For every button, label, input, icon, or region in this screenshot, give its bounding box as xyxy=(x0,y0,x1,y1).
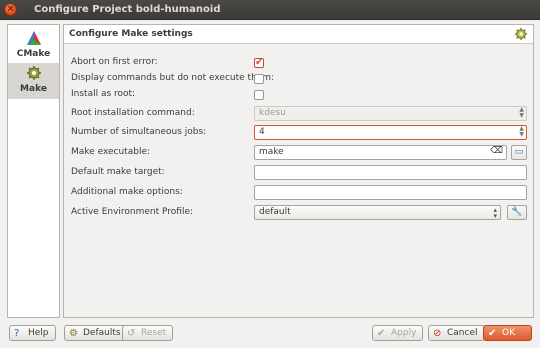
env-profile-value: default xyxy=(259,207,291,217)
defaults-button[interactable]: ⚙ Defaults xyxy=(64,325,128,341)
jobs-spinbox[interactable]: 4 ▲ ▼ xyxy=(254,125,527,140)
additional-options-input[interactable] xyxy=(254,185,527,200)
root-command-label: Root installation command: xyxy=(71,108,195,118)
help-button[interactable]: ? Help xyxy=(9,325,56,341)
sidebar-item-cmake[interactable]: CMake xyxy=(8,27,59,63)
apply-label: Apply xyxy=(391,328,417,338)
install-as-root-checkbox[interactable] xyxy=(254,90,264,100)
ok-label: OK xyxy=(502,328,515,338)
jobs-value: 4 xyxy=(259,127,265,137)
spin-arrows-icon: ▲ ▼ xyxy=(519,106,524,119)
make-gear-icon xyxy=(27,66,41,80)
page-title: Configure Make settings xyxy=(69,29,193,39)
configure-environment-button[interactable]: 🔧 xyxy=(507,205,527,220)
close-window-button[interactable]: × xyxy=(4,3,17,16)
abort-on-error-checkbox[interactable] xyxy=(254,57,264,68)
cancel-button[interactable]: ⊘ Cancel xyxy=(428,325,485,341)
gear-icon xyxy=(514,27,528,41)
make-executable-label: Make executable: xyxy=(71,147,151,157)
window-title: Configure Project bold-humanoid xyxy=(34,4,221,15)
sidebar: CMake Make xyxy=(7,24,60,318)
sidebar-item-label: Make xyxy=(20,84,47,94)
settings-panel: Configure Make settings Abort on first e… xyxy=(63,24,534,318)
reset-label: Reset xyxy=(141,328,167,338)
cancel-icon: ⊘ xyxy=(433,328,442,339)
root-command-value: kdesu xyxy=(259,108,286,118)
root-command-input[interactable]: kdesu ▲ ▼ xyxy=(254,106,527,121)
page-header: Configure Make settings xyxy=(64,25,533,44)
chevron-updown-icon: ▴ ▾ xyxy=(493,206,497,220)
apply-button[interactable]: ✔ Apply xyxy=(372,325,424,341)
help-label: Help xyxy=(28,328,49,338)
sidebar-item-make[interactable]: Make xyxy=(8,63,59,99)
file-open-icon: ▭ xyxy=(514,147,524,157)
additional-options-label: Additional make options: xyxy=(71,187,183,197)
default-target-label: Default make target: xyxy=(71,167,165,177)
checkmark-icon: ✔ xyxy=(377,328,386,339)
defaults-icon: ⚙ xyxy=(69,328,78,339)
clear-text-icon[interactable]: ⌫ xyxy=(490,146,503,157)
spin-arrows-icon[interactable]: ▲ ▼ xyxy=(519,126,524,138)
reset-button[interactable]: ↺ Reset xyxy=(122,325,174,341)
title-bar: × Configure Project bold-humanoid xyxy=(0,0,540,20)
make-executable-value: make xyxy=(259,147,284,157)
wrench-icon: 🔧 xyxy=(511,207,523,217)
ok-checkmark-icon: ✔ xyxy=(488,328,497,339)
default-target-input[interactable] xyxy=(254,165,527,180)
display-commands-checkbox[interactable] xyxy=(254,74,264,84)
browse-file-button[interactable]: ▭ xyxy=(511,145,527,160)
cancel-label: Cancel xyxy=(447,328,478,338)
reset-icon: ↺ xyxy=(127,328,136,339)
make-executable-input[interactable]: make ⌫ xyxy=(254,145,507,160)
cmake-icon xyxy=(27,31,41,45)
env-profile-label: Active Environment Profile: xyxy=(71,207,194,217)
install-as-root-label: Install as root: xyxy=(71,89,136,99)
display-commands-label: Display commands but do not execute them… xyxy=(71,73,275,83)
jobs-label: Number of simultaneous jobs: xyxy=(71,127,207,137)
help-icon: ? xyxy=(14,328,20,339)
env-profile-select[interactable]: default ▴ ▾ xyxy=(254,205,501,220)
sidebar-item-label: CMake xyxy=(16,49,51,59)
defaults-label: Defaults xyxy=(83,328,121,338)
ok-button[interactable]: ✔ OK xyxy=(483,325,532,341)
abort-on-error-label: Abort on first error: xyxy=(71,57,158,67)
